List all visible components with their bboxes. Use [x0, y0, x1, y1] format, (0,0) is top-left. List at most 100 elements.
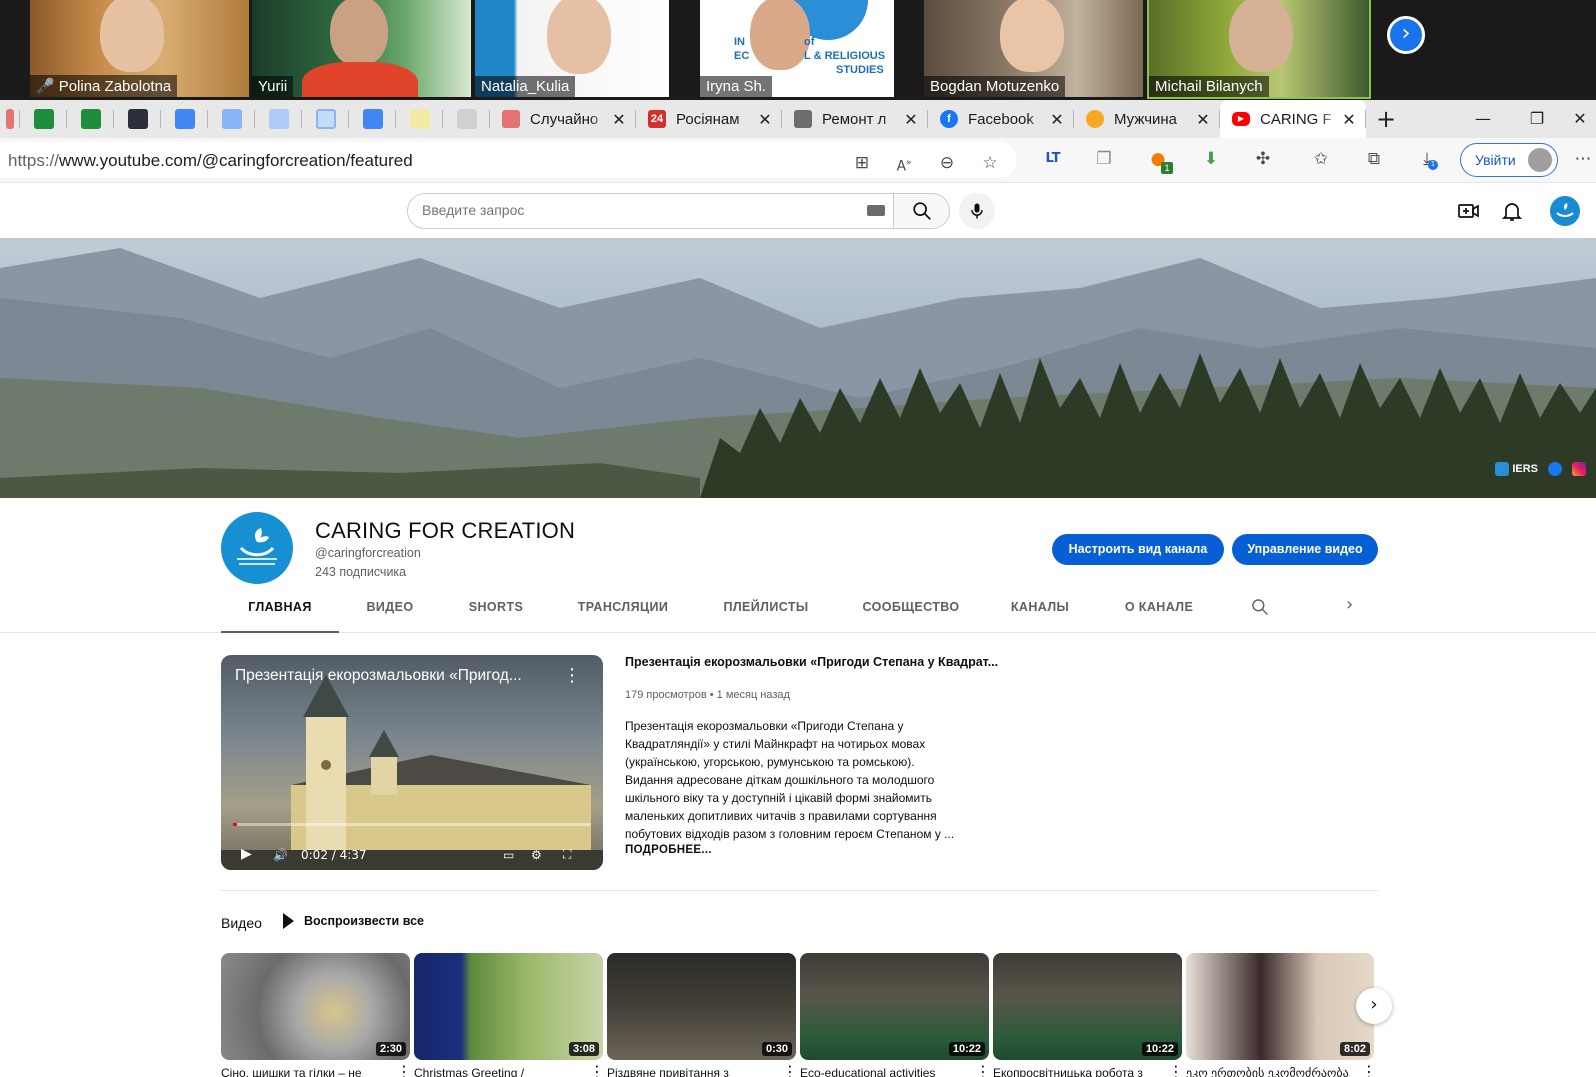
pinned-tab[interactable] [349, 100, 396, 138]
pinned-tab[interactable] [0, 100, 20, 138]
tab-channels[interactable]: КАНАЛЫ [1004, 592, 1076, 633]
search-button[interactable] [894, 193, 950, 229]
extension-icon[interactable]: LT [1040, 146, 1066, 172]
read-more-link[interactable]: ПОДРОБНЕЕ... [625, 844, 712, 856]
participant-tile[interactable]: IN of EC L & RELIGIOUS STUDIES Iryna Sh. [700, 0, 894, 97]
video-more-icon[interactable]: ⋮ [396, 1062, 412, 1077]
minimize-button[interactable]: — [1456, 100, 1510, 138]
video-title[interactable]: Сіно, шишки та гілки – не [221, 1066, 386, 1077]
video-thumbnail[interactable]: 0:30 [607, 953, 796, 1060]
channel-avatar[interactable] [221, 512, 293, 584]
channel-search-icon[interactable] [1250, 597, 1270, 617]
pinned-tab[interactable] [67, 100, 114, 138]
video-more-icon[interactable]: ⋮ [1168, 1062, 1184, 1077]
fullscreen-icon[interactable]: ⛶ [563, 847, 571, 862]
notifications-bell-icon[interactable] [1500, 199, 1524, 223]
tabs-chevron-right-icon[interactable]: › [1346, 594, 1353, 615]
tab-close-icon[interactable]: ✕ [756, 110, 774, 129]
tab-community[interactable]: СООБЩЕСТВО [851, 592, 971, 633]
new-tab-button[interactable]: + [1366, 105, 1406, 133]
video-title[interactable]: Різдвяне привітання з [607, 1066, 772, 1077]
video-more-icon[interactable]: ⋮ [782, 1062, 798, 1077]
extensions-puzzle-icon[interactable]: ✣ [1250, 146, 1276, 172]
account-avatar[interactable] [1550, 196, 1580, 226]
tab-close-icon[interactable]: ✕ [1340, 110, 1358, 129]
favorite-star-icon[interactable]: ☆ [977, 150, 1003, 176]
video-more-icon[interactable]: ⋮ [589, 1062, 605, 1077]
shelf-title[interactable]: Видео [221, 915, 262, 931]
browser-tab[interactable]: Мужчина ✕ [1074, 100, 1220, 138]
featured-video-title[interactable]: Презентація екорозмальовки «Пригоди Степ… [625, 655, 998, 669]
browser-tab-active[interactable]: ▶ CARING F ✕ [1220, 100, 1366, 138]
close-window-button[interactable]: ✕ [1564, 100, 1596, 138]
next-participants-button[interactable]: › [1387, 16, 1425, 54]
play-icon[interactable]: ▶ [241, 846, 252, 862]
progress-bar[interactable] [233, 823, 591, 826]
pinned-tab[interactable] [396, 100, 443, 138]
create-video-icon[interactable] [1457, 199, 1481, 223]
shelf-next-button[interactable]: › [1356, 988, 1392, 1024]
download-arrow-extension-icon[interactable]: ⬇ [1198, 146, 1224, 172]
participant-tile[interactable]: Natalia_Kulia [475, 0, 669, 97]
tab-about[interactable]: О КАНАЛЕ [1110, 592, 1208, 633]
browser-tab[interactable]: 24 Росіянам ✕ [636, 100, 782, 138]
browser-tab[interactable]: f Facebook ✕ [928, 100, 1074, 138]
customize-channel-button[interactable]: Настроить вид канала [1052, 534, 1224, 565]
zoom-out-icon[interactable]: ⊖ [934, 150, 960, 176]
play-all-button[interactable]: Воспроизвести все [283, 913, 424, 929]
video-more-icon[interactable]: ⋮ [1361, 1062, 1377, 1077]
app-available-icon[interactable]: ⊞ [849, 150, 875, 176]
read-aloud-icon[interactable]: A» [891, 150, 917, 176]
tab-playlists[interactable]: ПЛЕЙЛИСТЫ [713, 592, 819, 633]
video-thumbnail[interactable]: 8:02 [1186, 953, 1374, 1060]
signin-button[interactable]: Увійти [1460, 143, 1558, 177]
video-thumbnail[interactable]: 3:08 [414, 953, 603, 1060]
facebook-icon[interactable] [1548, 462, 1562, 476]
pinned-tab[interactable] [208, 100, 255, 138]
pinned-tab[interactable] [114, 100, 161, 138]
tab-close-icon[interactable]: ✕ [1194, 110, 1212, 129]
settings-gear-icon[interactable]: ⚙ [531, 848, 542, 862]
voice-search-button[interactable] [959, 193, 995, 229]
collections-icon[interactable]: ⧉ [1361, 146, 1387, 172]
tab-shorts[interactable]: SHORTS [458, 592, 534, 633]
tab-close-icon[interactable]: ✕ [610, 110, 628, 129]
manage-videos-button[interactable]: Управление видео [1232, 534, 1378, 565]
volume-icon[interactable]: 🔊 [273, 848, 288, 862]
instagram-icon[interactable] [1572, 462, 1586, 476]
video-title[interactable]: Christmas Greeting / [414, 1066, 579, 1077]
video-thumbnail[interactable]: 2:30 [221, 953, 410, 1060]
pinned-tab[interactable] [255, 100, 302, 138]
more-options-icon[interactable]: ⋯ [1570, 146, 1596, 172]
browser-tab[interactable]: Ремонт л ✕ [782, 100, 928, 138]
banner-link-iers[interactable]: IERS [1495, 462, 1538, 476]
pinned-tab[interactable] [20, 100, 67, 138]
pinned-tab[interactable] [443, 100, 490, 138]
address-bar[interactable]: https://www.youtube.com/@caringforcreati… [0, 142, 1017, 178]
tab-close-icon[interactable]: ✕ [902, 110, 920, 129]
extension-copy-icon[interactable]: ❐ [1091, 146, 1117, 172]
video-more-icon[interactable]: ⋮ [975, 1062, 991, 1077]
tab-home[interactable]: ГЛАВНАЯ [221, 592, 339, 633]
more-vert-icon[interactable]: ⋮ [563, 665, 581, 686]
restore-button[interactable]: ❐ [1510, 100, 1564, 138]
browser-tab[interactable]: Случайно ✕ [490, 100, 636, 138]
participant-tile[interactable]: Yurii [252, 0, 471, 97]
tab-videos[interactable]: ВИДЕО [355, 592, 425, 633]
keyboard-icon[interactable] [867, 205, 885, 216]
pinned-tab[interactable] [302, 100, 349, 138]
favorites-icon[interactable]: ✩ [1308, 146, 1334, 172]
featured-video-player[interactable]: Презентація екорозмальовки «Пригод... ⋮ … [221, 655, 603, 870]
tab-close-icon[interactable]: ✕ [1048, 110, 1066, 129]
tab-live[interactable]: ТРАНСЛЯЦИИ [567, 592, 679, 633]
video-title[interactable]: Eco-educational activities [800, 1066, 965, 1077]
participant-tile[interactable]: 🎤 Polina Zabolotna [30, 0, 249, 97]
video-thumbnail[interactable]: 10:22 [993, 953, 1182, 1060]
participant-tile[interactable]: Bogdan Motuzenko [924, 0, 1143, 97]
subtitles-icon[interactable]: ▭ [503, 848, 514, 862]
video-title[interactable]: Екопросвітницька робота з [993, 1066, 1158, 1077]
search-input[interactable] [422, 202, 842, 218]
video-title[interactable]: ეკო ერთობის ეკომოძრაობა [1186, 1066, 1351, 1077]
video-thumbnail[interactable]: 10:22 [800, 953, 989, 1060]
participant-tile-active-speaker[interactable]: Michail Bilanych [1147, 0, 1371, 99]
